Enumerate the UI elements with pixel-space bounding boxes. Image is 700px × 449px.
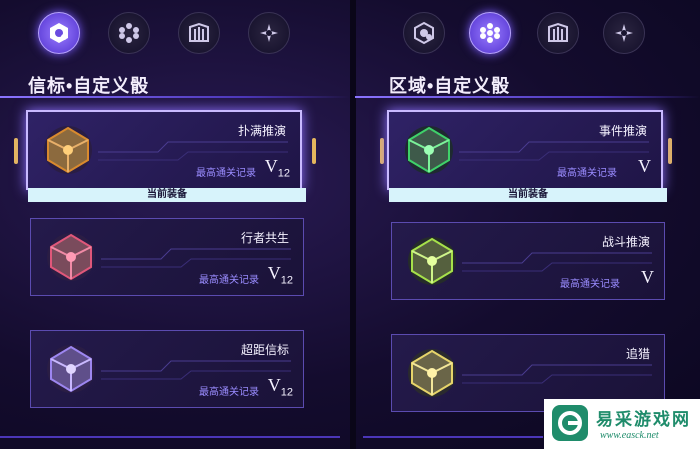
record-value: V12 [267,263,293,287]
card-name: 超距信标 [240,343,289,357]
record-value: V [638,156,651,176]
record-label: 最高通关记录 [196,168,256,179]
tab-shield[interactable] [537,12,579,54]
record-value: V12 [267,375,293,399]
record-label: 最高通关记录 [560,279,620,290]
hexagon-icon [414,21,434,45]
tab-star[interactable] [248,12,290,54]
star-icon [615,24,633,42]
card-name: 行者共生 [240,231,289,245]
circuit-lines [462,364,652,384]
tab-dots[interactable] [108,12,150,54]
dice-card[interactable]: 行者共生 最高通关记录 V12 [30,218,304,296]
watermark-name: 易采游戏网 [596,410,691,429]
card-name: 追猎 [625,347,650,361]
record-value: V12 [264,156,290,180]
dice-icon [405,126,453,174]
left-panel: 信标•自定义骰 扑满推演 最高通关记录 V12 当前装备 行者共生 最高通关记录… [0,0,350,449]
side-marker [668,138,672,164]
tab-shield[interactable] [178,12,220,54]
shield-icon [548,22,568,42]
record-label: 最高通关记录 [199,275,259,286]
dice-icon [47,345,95,393]
dice-card[interactable]: 战斗推演 最高通关记录 V [391,222,665,300]
tab-beacon[interactable] [38,12,80,54]
section-title: 区域•自定义骰 [389,76,511,96]
star-icon [260,24,278,42]
dots-icon [480,23,500,43]
card-name: 扑满推演 [237,124,286,138]
dice-icon [44,126,92,174]
shield-icon [189,22,209,42]
title-underline [355,96,700,98]
equipped-banner: 当前装备 [28,188,306,202]
hexagon-icon [50,23,68,43]
side-marker [14,138,18,164]
side-marker [312,138,316,164]
dice-icon [408,237,456,285]
record-label: 最高通关记录 [557,168,617,179]
dice-icon [408,349,456,397]
dice-card[interactable]: 超距信标 最高通关记录 V12 [30,330,304,408]
equipped-banner: 当前装备 [389,188,667,202]
record-value: V [641,267,654,287]
dots-icon [119,23,139,43]
side-marker [380,138,384,164]
watermark-logo-icon [552,405,588,441]
dice-card[interactable]: 扑满推演 最高通关记录 V12 [26,110,302,190]
dice-card[interactable]: 事件推演 最高通关记录 V [387,110,663,190]
tab-beacon[interactable] [403,12,445,54]
tab-dots[interactable] [469,12,511,54]
card-name: 事件推演 [598,124,647,138]
watermark: 易采游戏网 www.easck.net [544,399,700,449]
bottom-line [363,436,543,438]
right-panel: 区域•自定义骰 事件推演 最高通关记录 V 当前装备 战斗推演 最高通关记录 V [355,0,700,449]
card-name: 战斗推演 [601,235,650,249]
record-label: 最高通关记录 [199,387,259,398]
title-underline [0,96,350,98]
section-title: 信标•自定义骰 [28,76,150,96]
dice-icon [47,233,95,281]
tab-star[interactable] [603,12,645,54]
bottom-line [0,436,340,438]
watermark-url: www.easck.net [600,430,659,441]
